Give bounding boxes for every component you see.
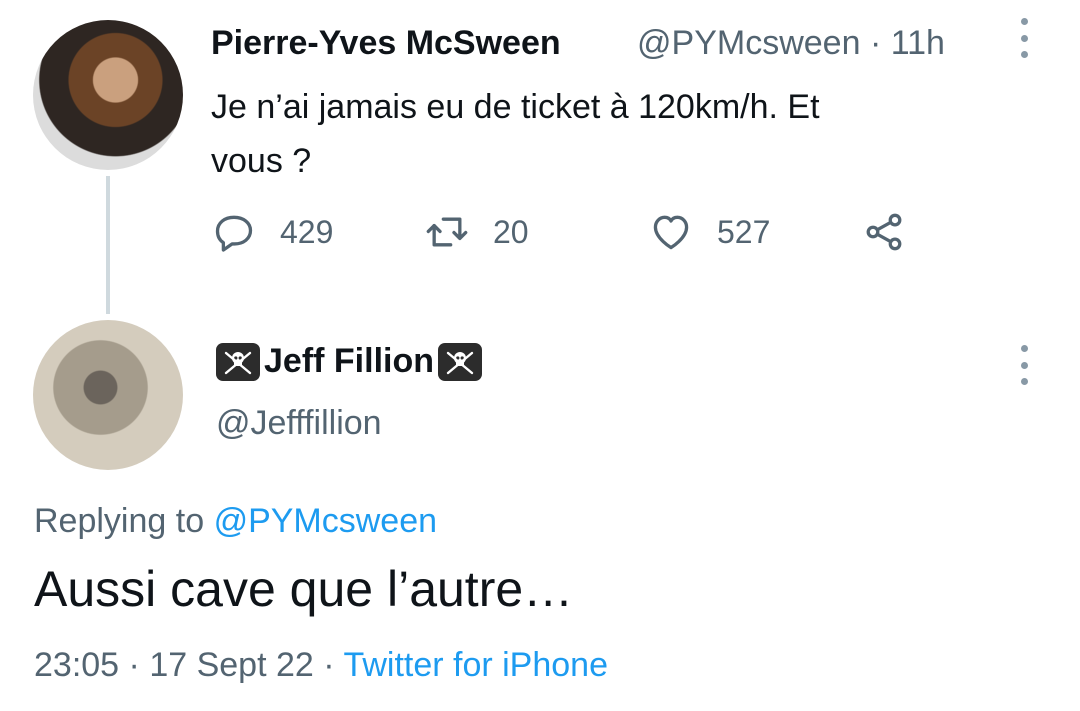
- tweet2-date[interactable]: 17 Sept 22: [149, 646, 313, 684]
- skull-crossbones-icon: [438, 342, 482, 381]
- author-avatar-pierre-yves[interactable]: [33, 20, 183, 170]
- author-avatar-jeff-fillion[interactable]: [33, 320, 183, 470]
- replying-to-label: Replying to: [34, 502, 205, 540]
- tweet2-more-dots-icon[interactable]: [1018, 345, 1030, 385]
- tweet1-time[interactable]: 11h: [891, 24, 945, 62]
- timestamp-separator: ·: [323, 646, 335, 684]
- thread-connector-line: [106, 176, 110, 314]
- tweet2-source-link[interactable]: Twitter for iPhone: [343, 646, 608, 684]
- reply-button[interactable]: 429: [212, 210, 333, 254]
- retweet-button[interactable]: 20: [425, 210, 529, 254]
- like-button[interactable]: 527: [649, 210, 770, 254]
- replying-to: Replying to @PYMcsween: [34, 502, 437, 541]
- tweet1-text: Je n’ai jamais eu de ticket à 120km/h. E…: [211, 80, 1011, 188]
- share-button[interactable]: [862, 210, 906, 254]
- tweet2-handle[interactable]: @Jefffillion: [216, 404, 382, 443]
- reply-icon: [215, 215, 253, 252]
- skull-crossbones-icon: [216, 342, 260, 381]
- retweet-icon: [426, 217, 468, 247]
- reply-count: 429: [280, 213, 334, 250]
- retweet-count: 20: [493, 213, 529, 250]
- heart-icon: [653, 215, 689, 250]
- tweet2-author-name-row[interactable]: Jeff Fillion: [216, 342, 482, 381]
- tweet2-author-name[interactable]: Jeff Fillion: [264, 342, 434, 381]
- tweet1-author-name[interactable]: Pierre-Yves McSween: [211, 24, 561, 63]
- share-icon: [866, 213, 902, 251]
- tweet1-text-line1: Je n’ai jamais eu de ticket à 120km/h. E…: [211, 88, 820, 126]
- tweet1-more-dots-icon[interactable]: [1018, 18, 1030, 58]
- tweet2-time[interactable]: 23:05: [34, 646, 119, 684]
- tweet1-meta: @PYMcsween · 11h: [637, 24, 945, 63]
- tweet1-text-line2: vous ?: [211, 142, 312, 180]
- tweet1-meta-separator: ·: [869, 24, 882, 62]
- tweet2-timestamp: 23:05 · 17 Sept 22 · Twitter for iPhone: [34, 646, 608, 685]
- replying-to-handle-link[interactable]: @PYMcsween: [214, 502, 437, 540]
- tweet1-handle[interactable]: @PYMcsween: [637, 24, 860, 62]
- timestamp-separator: ·: [128, 646, 140, 684]
- like-count: 527: [717, 213, 771, 250]
- tweet2-text: Aussi cave que l’autre…: [34, 561, 574, 617]
